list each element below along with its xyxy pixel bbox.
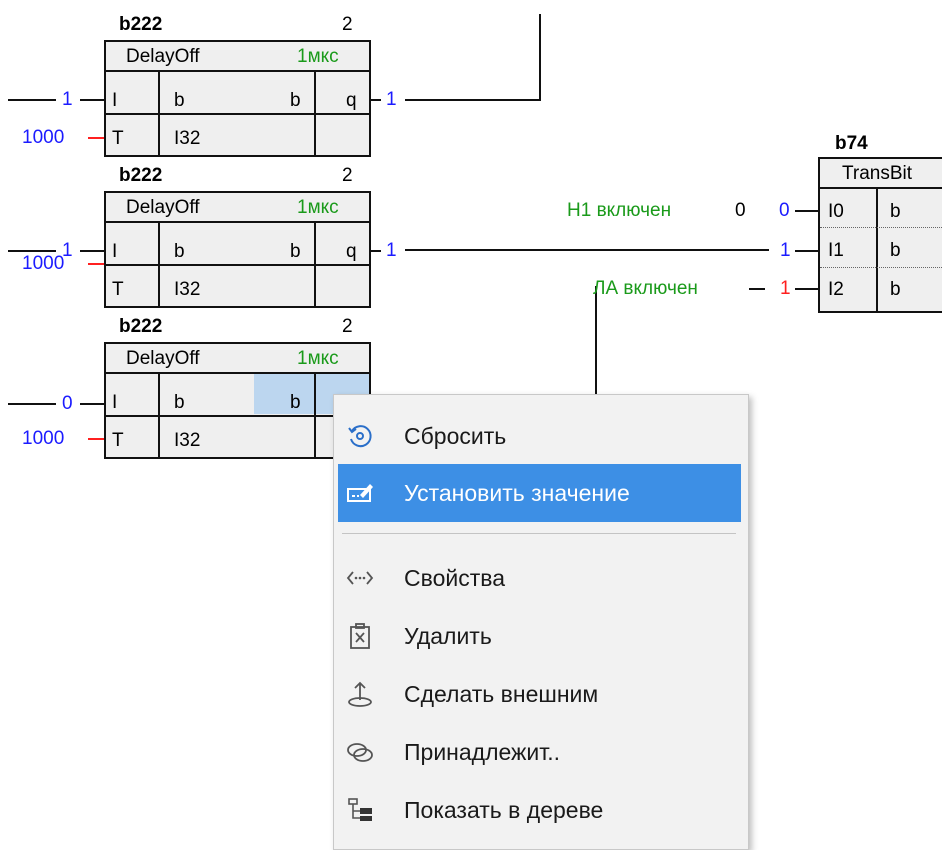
pin-q: q <box>346 241 357 262</box>
out-type: b <box>290 241 301 262</box>
set-value-icon <box>346 479 374 507</box>
make-external-icon <box>346 680 374 708</box>
menu-item-label: Сбросить <box>404 423 507 449</box>
block-body[interactable]: DelayOff 1мкс I b b q T I32 <box>104 40 371 157</box>
properties-icon <box>346 564 374 592</box>
menu-item-properties[interactable]: Свойства <box>338 549 741 607</box>
block-body[interactable]: DelayOff 1мкс I b b T I32 <box>104 342 371 459</box>
block-time: 1мкс <box>297 46 339 67</box>
pin-I0-type: b <box>890 201 901 222</box>
block-body[interactable]: TransBit I0 b I1 b I2 b <box>818 157 942 313</box>
block-index: 2 <box>342 14 353 35</box>
pin-T: T <box>112 430 124 451</box>
input-I0-value[interactable]: 0 <box>779 200 790 222</box>
pin-T-type: I32 <box>174 128 201 149</box>
menu-item-show-in-tree[interactable]: Показать в дереве <box>338 781 741 839</box>
input-T-value[interactable]: 1000 <box>22 428 64 450</box>
pin-I: I <box>112 90 118 111</box>
menu-item-make-external[interactable]: Сделать внешним <box>338 665 741 723</box>
wire-la-vertical <box>595 286 597 396</box>
block-time: 1мкс <box>297 197 339 218</box>
input-I2-value[interactable]: 1 <box>780 278 791 300</box>
reset-icon <box>346 422 374 450</box>
pin-T: T <box>112 128 124 149</box>
delete-icon <box>346 622 374 650</box>
pin-I2-type: b <box>890 279 901 300</box>
menu-item-label: Принадлежит.. <box>404 739 561 765</box>
pin-I: I <box>112 241 118 262</box>
block-body[interactable]: DelayOff 1мкс I b b q T I32 <box>104 191 371 308</box>
block-name: b222 <box>119 316 163 337</box>
input-I1-value[interactable]: 1 <box>780 240 791 262</box>
menu-item-label: Показать в дереве <box>404 797 604 823</box>
pin-I1-type: b <box>890 240 901 261</box>
menu-item-reset[interactable]: Сбросить <box>338 407 741 465</box>
menu-item-label: Сделать внешним <box>404 681 599 707</box>
block-name: b222 <box>119 14 163 35</box>
block-type: DelayOff <box>126 46 200 67</box>
menu-item-label: Свойства <box>404 565 505 591</box>
pin-I1: I1 <box>828 240 844 261</box>
out-type: b <box>290 90 301 111</box>
tree-icon <box>346 796 374 824</box>
pin-q: q <box>346 90 357 111</box>
input-T-value[interactable]: 1000 <box>22 253 64 275</box>
block-type: DelayOff <box>126 348 200 369</box>
menu-item-belongs[interactable]: Принадлежит.. <box>338 723 741 781</box>
wire-top-vertical <box>539 14 541 101</box>
wire-q2-to-i1 <box>405 249 769 251</box>
input-I-value[interactable]: 1 <box>62 89 73 111</box>
output-q-value[interactable]: 1 <box>386 240 397 262</box>
block-name: b222 <box>119 165 163 186</box>
belongs-icon <box>346 738 374 766</box>
block-index: 2 <box>342 165 353 186</box>
block-index: 2 <box>342 316 353 337</box>
pin-T-type: I32 <box>174 279 201 300</box>
block-time: 1мкс <box>297 348 339 369</box>
menu-item-delete[interactable]: Удалить <box>338 607 741 665</box>
signal-label-h1[interactable]: Н1 включен <box>567 200 671 222</box>
pin-T: T <box>112 279 124 300</box>
pin-I0: I0 <box>828 201 844 222</box>
pin-I-type: b <box>174 90 185 111</box>
pin-T-type: I32 <box>174 430 201 451</box>
context-menu[interactable]: Сбросить Установить значение Свойства Уд… <box>333 394 749 850</box>
menu-item-set-value[interactable]: Установить значение <box>338 464 741 522</box>
signal-label-h1-value: 0 <box>735 200 746 221</box>
signal-label-la[interactable]: ЛА включен <box>593 278 698 300</box>
block-type: DelayOff <box>126 197 200 218</box>
input-I-value[interactable]: 0 <box>62 393 73 415</box>
pin-I2: I2 <box>828 279 844 300</box>
out-type: b <box>290 392 301 413</box>
wire-q1-out <box>405 99 541 101</box>
block-name: b74 <box>835 133 868 154</box>
input-T-value[interactable]: 1000 <box>22 127 64 149</box>
pin-I-type: b <box>174 241 185 262</box>
pin-I: I <box>112 392 118 413</box>
output-q-value[interactable]: 1 <box>386 89 397 111</box>
menu-separator <box>342 533 736 534</box>
menu-item-label: Удалить <box>404 623 492 649</box>
block-type: TransBit <box>842 163 913 184</box>
pin-I-type: b <box>174 392 185 413</box>
menu-item-label: Установить значение <box>404 480 630 506</box>
